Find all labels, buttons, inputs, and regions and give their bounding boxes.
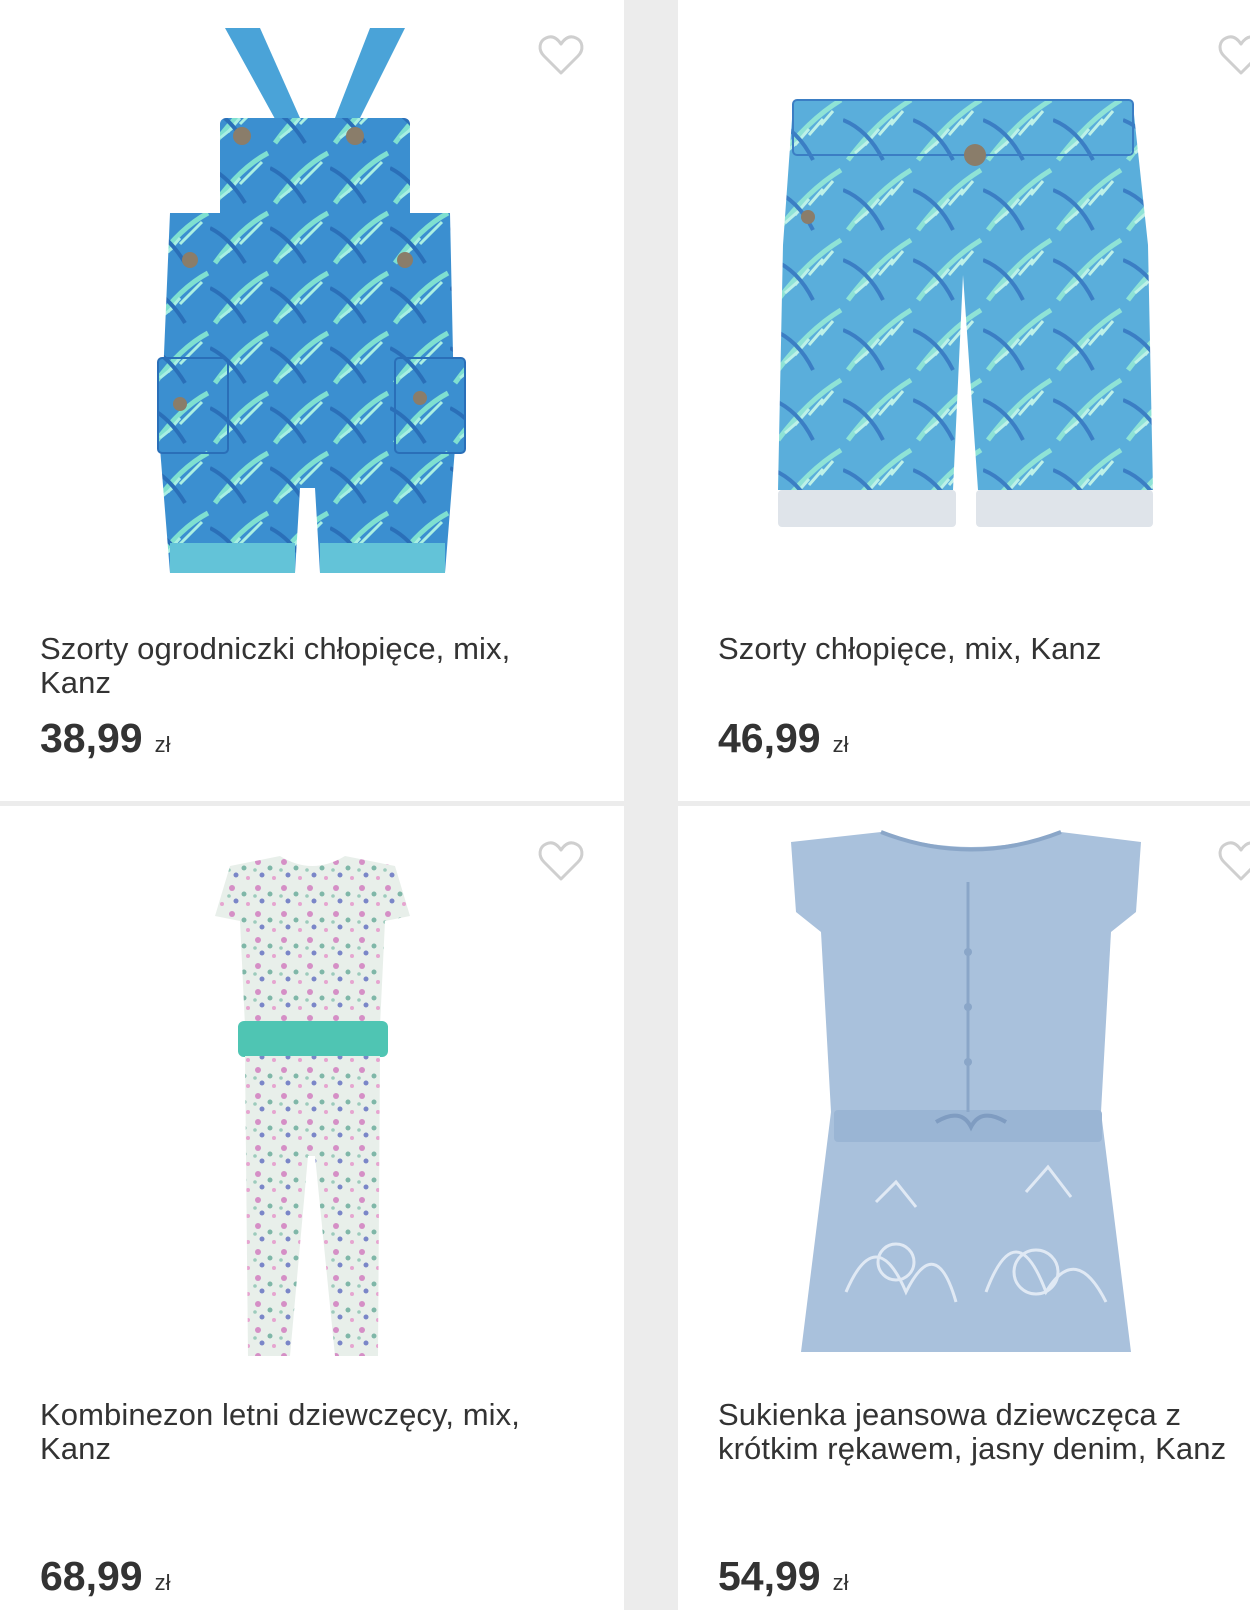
product-card[interactable]: Sukienka jeansowa dziewczęca z krótkim r… — [678, 806, 1250, 1610]
dress-illustration — [791, 830, 1141, 1352]
product-title[interactable]: Kombinezon letni dziewczęcy, mix, Kanz — [40, 1398, 584, 1466]
product-image[interactable] — [0, 806, 624, 1426]
favorite-button[interactable] — [1216, 836, 1250, 886]
product-price: 54,99 zł — [718, 1554, 849, 1605]
favorite-button[interactable] — [1216, 30, 1250, 80]
favorite-button[interactable] — [536, 30, 586, 80]
product-image[interactable] — [0, 0, 624, 620]
heart-outline-icon — [538, 841, 584, 881]
product-card[interactable]: Szorty ogrodniczki chłopięce, mix, Kanz … — [0, 0, 624, 801]
price-currency: zł — [154, 1570, 171, 1595]
price-currency: zł — [832, 1570, 849, 1595]
product-card[interactable]: Kombinezon letni dziewczęcy, mix, Kanz 6… — [0, 806, 624, 1610]
favorite-button[interactable] — [536, 836, 586, 886]
product-price: 46,99 zł — [718, 716, 849, 767]
heart-outline-icon — [1218, 841, 1250, 881]
price-currency: zł — [832, 732, 849, 757]
price-value: 46,99 — [718, 715, 821, 761]
product-title[interactable]: Sukienka jeansowa dziewczęca z krótkim r… — [718, 1398, 1230, 1466]
price-value: 38,99 — [40, 715, 143, 761]
product-card[interactable]: Szorty chłopięce, mix, Kanz 46,99 zł — [678, 0, 1250, 801]
dungaree-shorts-illustration — [157, 28, 466, 573]
shorts-illustration — [778, 99, 1153, 527]
product-image[interactable] — [678, 806, 1250, 1426]
heart-outline-icon — [1218, 35, 1250, 75]
jumpsuit-illustration — [215, 856, 410, 1356]
product-image[interactable] — [678, 0, 1250, 620]
price-value: 68,99 — [40, 1553, 143, 1599]
price-value: 54,99 — [718, 1553, 821, 1599]
product-title[interactable]: Szorty ogrodniczki chłopięce, mix, Kanz — [40, 632, 584, 700]
price-currency: zł — [154, 732, 171, 757]
product-price: 68,99 zł — [40, 1554, 171, 1605]
product-title[interactable]: Szorty chłopięce, mix, Kanz — [718, 632, 1210, 666]
product-price: 38,99 zł — [40, 716, 171, 767]
heart-outline-icon — [538, 35, 584, 75]
